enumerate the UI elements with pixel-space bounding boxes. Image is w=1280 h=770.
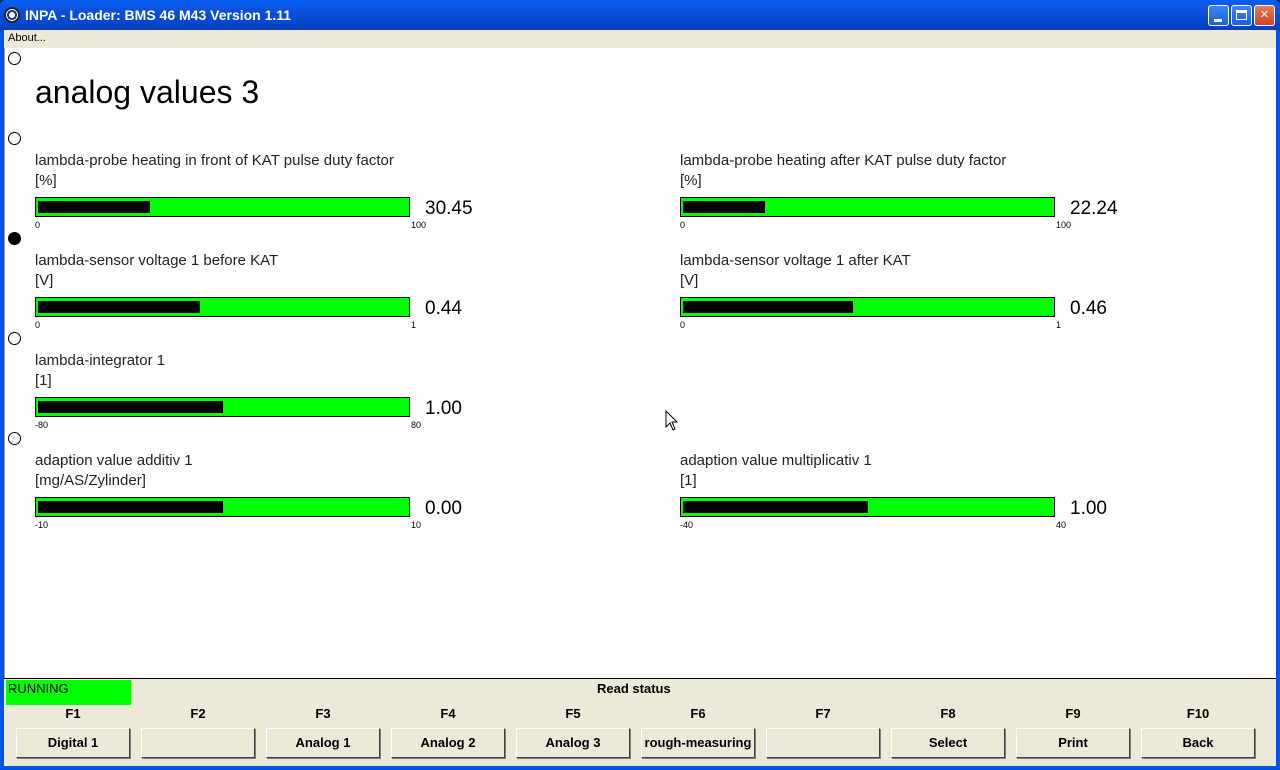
gauge-adaption-multiplicativ: adaption value multiplicativ 1 [1] 1.00 … xyxy=(680,452,1150,540)
gauge-max: 1 xyxy=(1056,320,1062,330)
minimize-icon xyxy=(1214,19,1222,22)
gauge-unit: [1] xyxy=(680,472,697,489)
gauge-fill xyxy=(683,201,765,213)
menu-about[interactable]: About... xyxy=(8,32,46,44)
gauge-label: lambda-probe heating in front of KAT pul… xyxy=(35,152,394,169)
gauge-min: -40 xyxy=(680,520,694,530)
gauge-label: lambda-probe heating after KAT pulse dut… xyxy=(680,152,1007,169)
radio-row-2[interactable] xyxy=(8,132,21,145)
gauge-fill xyxy=(683,301,853,313)
fkey-label-f2: F2 xyxy=(190,706,206,721)
gauge-bar xyxy=(35,397,410,417)
gauge-min: -10 xyxy=(35,520,49,530)
gauge-unit: [%] xyxy=(680,172,702,189)
gauge-max: 100 xyxy=(1056,220,1072,230)
f2-button[interactable] xyxy=(141,728,255,758)
fkey-label-f6: F6 xyxy=(690,706,706,721)
radio-row-3[interactable] xyxy=(8,232,21,245)
digital-1-button[interactable]: Digital 1 xyxy=(16,728,130,758)
gauge-fill xyxy=(38,401,223,413)
back-button[interactable]: Back xyxy=(1141,728,1255,758)
bmw-logo-icon xyxy=(4,7,20,23)
main-content: analog values 3 lambda-probe heating in … xyxy=(4,48,1276,678)
maximize-button[interactable] xyxy=(1231,5,1252,26)
title-bar[interactable]: INPA - Loader: BMS 46 M43 Version 1.11 ✕ xyxy=(0,0,1280,30)
gauge-value: 0.46 xyxy=(1070,298,1107,319)
page-title: analog values 3 xyxy=(35,74,260,110)
gauge-lambda-voltage-after: lambda-sensor voltage 1 after KAT [V] 0.… xyxy=(680,252,1150,340)
analog-2-button[interactable]: Analog 2 xyxy=(391,728,505,758)
analog-1-button[interactable]: Analog 1 xyxy=(266,728,380,758)
gauge-value: 0.44 xyxy=(425,298,462,319)
gauge-bar xyxy=(680,497,1055,517)
gauge-value: 1.00 xyxy=(1070,498,1107,519)
mouse-pointer-icon xyxy=(665,410,679,431)
fkey-label-f4: F4 xyxy=(440,706,456,721)
radio-row-5[interactable] xyxy=(8,432,21,445)
fkey-label-f10: F10 xyxy=(1186,706,1210,721)
fkey-label-f1: F1 xyxy=(65,706,81,721)
fkey-label-f3: F3 xyxy=(315,706,331,721)
print-button[interactable]: Print xyxy=(1016,728,1130,758)
gauge-max: 10 xyxy=(411,520,422,530)
gauge-bar xyxy=(35,497,410,517)
gauge-unit: [mg/AS/Zylinder] xyxy=(35,472,146,489)
app-window: INPA - Loader: BMS 46 M43 Version 1.11 ✕… xyxy=(0,0,1280,770)
gauge-lambda-voltage-before: lambda-sensor voltage 1 before KAT [V] 0… xyxy=(35,252,505,340)
fkey-label-f7: F7 xyxy=(815,706,831,721)
fkey-label-f8: F8 xyxy=(940,706,956,721)
gauge-min: -80 xyxy=(35,420,49,430)
gauge-label: adaption value additiv 1 xyxy=(35,452,193,469)
gauge-max: 80 xyxy=(411,420,422,430)
radio-row-4[interactable] xyxy=(8,332,21,345)
gauge-value: 1.00 xyxy=(425,398,462,419)
gauge-bar xyxy=(680,197,1055,217)
gauge-max: 100 xyxy=(411,220,427,230)
gauge-fill xyxy=(683,501,868,513)
close-icon: ✕ xyxy=(1259,9,1270,21)
maximize-icon xyxy=(1236,10,1247,20)
minimize-button[interactable] xyxy=(1208,5,1229,26)
gauge-fill xyxy=(38,201,150,213)
gauge-min: 0 xyxy=(35,220,41,230)
radio-row-1[interactable] xyxy=(8,52,21,65)
gauge-unit: [%] xyxy=(35,172,57,189)
gauge-min: 0 xyxy=(680,220,686,230)
gauge-fill xyxy=(38,301,200,313)
gauge-bar xyxy=(680,297,1055,317)
gauge-lambda-heating-after: lambda-probe heating after KAT pulse dut… xyxy=(680,152,1150,240)
gauge-label: lambda-sensor voltage 1 after KAT xyxy=(680,252,911,269)
gauge-unit: [1] xyxy=(35,372,52,389)
gauge-unit: [V] xyxy=(35,272,54,289)
gauge-max: 1 xyxy=(411,320,417,330)
gauge-lambda-heating-front: lambda-probe heating in front of KAT pul… xyxy=(35,152,505,240)
analog-3-button[interactable]: Analog 3 xyxy=(516,728,630,758)
status-message: Read status xyxy=(597,681,671,696)
f7-button[interactable] xyxy=(766,728,880,758)
rough-measuring-button[interactable]: rough-measuring xyxy=(641,728,755,758)
gauge-value: 0.00 xyxy=(425,498,462,519)
gauge-value: 22.24 xyxy=(1070,198,1118,219)
gauge-label: lambda-integrator 1 xyxy=(35,352,166,369)
status-indicator: RUNNING xyxy=(6,680,131,705)
status-and-function-keys: RUNNING Read status F1 F2 F3 F4 F5 F6 F7… xyxy=(4,678,1276,766)
gauge-lambda-integrator: lambda-integrator 1 [1] 1.00 -80 80 xyxy=(35,352,505,440)
gauge-label: adaption value multiplicativ 1 xyxy=(680,452,872,469)
window-title: INPA - Loader: BMS 46 M43 Version 1.11 xyxy=(25,7,292,23)
gauge-value: 30.45 xyxy=(425,198,473,219)
gauge-min: 0 xyxy=(680,320,686,330)
gauge-min: 0 xyxy=(35,320,41,330)
menu-bar: About... xyxy=(4,30,1276,48)
gauge-label: lambda-sensor voltage 1 before KAT xyxy=(35,252,279,269)
select-button[interactable]: Select xyxy=(891,728,1005,758)
gauge-fill xyxy=(38,501,223,513)
gauge-adaption-additiv: adaption value additiv 1 [mg/AS/Zylinder… xyxy=(35,452,505,540)
gauge-unit: [V] xyxy=(680,272,699,289)
gauge-bar xyxy=(35,197,410,217)
gauge-max: 40 xyxy=(1056,520,1067,530)
gauge-bar xyxy=(35,297,410,317)
fkey-label-f9: F9 xyxy=(1065,706,1081,721)
close-button[interactable]: ✕ xyxy=(1254,5,1275,26)
fkey-label-f5: F5 xyxy=(565,706,581,721)
